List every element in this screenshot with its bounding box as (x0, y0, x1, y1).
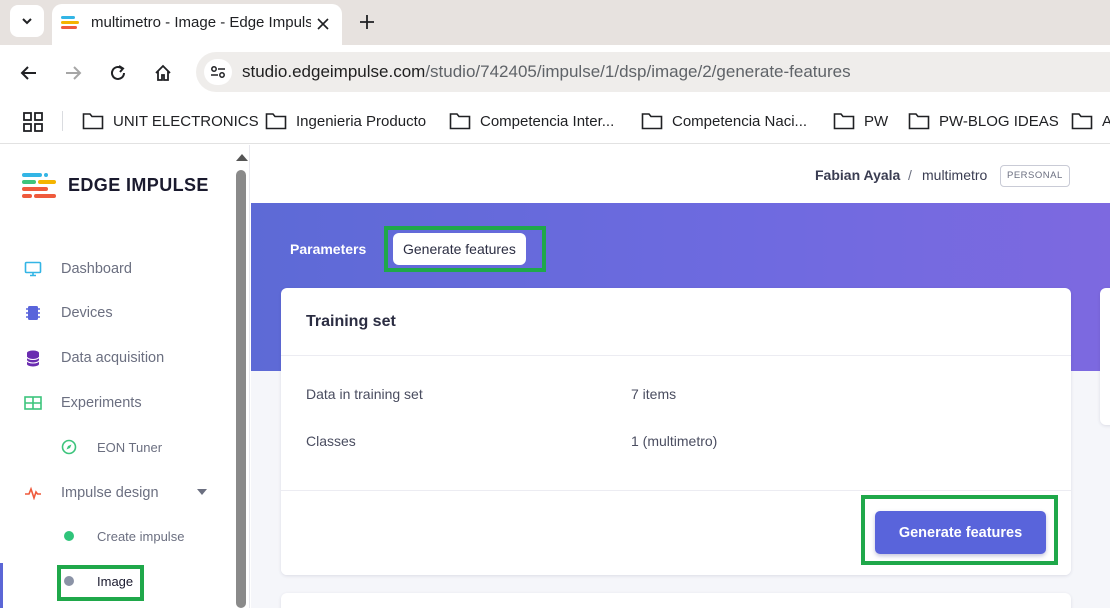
breadcrumb-user[interactable]: Fabian Ayala (815, 167, 900, 183)
address-bar[interactable]: studio.edgeimpulse.com/studio/742405/imp… (196, 52, 1110, 92)
bookmarks-bar: UNIT ELECTRONICS Ingenieria Producto Com… (0, 99, 1110, 144)
breadcrumb-separator: / (908, 167, 912, 183)
bookmark-label: PW (864, 112, 889, 130)
back-button[interactable] (15, 59, 43, 87)
arrow-left-icon (20, 66, 36, 80)
url-path: /studio/742405/impulse/1/dsp/image/2/gen… (425, 62, 851, 81)
sidebar-item-label: Data acquisition (61, 350, 165, 366)
close-icon[interactable] (312, 13, 334, 35)
side-panel-card (1100, 288, 1110, 425)
next-card (281, 593, 1071, 608)
url-host: studio.edgeimpulse.com (242, 62, 426, 81)
bookmark-folder[interactable]: Ingenieria Producto (265, 110, 426, 132)
logo[interactable]: EDGE IMPULSE (22, 172, 209, 198)
database-icon (24, 349, 42, 367)
tab-search-button[interactable] (10, 5, 44, 37)
arrow-right-icon (66, 66, 82, 80)
compass-icon (60, 438, 78, 456)
training-data-label: Data in training set (306, 386, 423, 402)
sidebar-item-impulse-design[interactable]: Impulse design (0, 478, 230, 508)
active-item-indicator (0, 563, 3, 608)
card-header: Training set (281, 288, 1071, 356)
monitor-icon (24, 260, 42, 278)
folder-icon (641, 113, 663, 130)
personal-badge: PERSONAL (1000, 165, 1070, 187)
highlight-box-image (57, 565, 144, 601)
bookmark-folder[interactable]: PW-BLOG IDEAS (908, 110, 1059, 132)
reload-button[interactable] (104, 59, 132, 87)
sidebar-item-label: Experiments (61, 395, 142, 411)
bookmark-label: Competencia Inter... (480, 112, 615, 130)
highlight-box-button (861, 495, 1058, 565)
reload-icon (111, 65, 125, 80)
training-data-value: 7 items (631, 386, 677, 402)
folder-icon (908, 113, 930, 130)
bookmark-label: UNIT ELECTRONICS (113, 112, 259, 130)
card-footer: Generate features (281, 490, 1071, 575)
scrollbar-thumb[interactable] (236, 170, 246, 608)
sidebar-item-label: Impulse design (61, 485, 159, 501)
classes-label: Classes (306, 433, 356, 449)
breadcrumb-project[interactable]: multimetro (922, 167, 987, 183)
sidebar-item-devices[interactable]: Devices (0, 298, 230, 328)
bookmark-label: Ingenieria Producto (296, 112, 427, 130)
bookmark-label: A (1102, 112, 1110, 130)
new-tab-button[interactable] (354, 9, 380, 35)
chevron-down-icon (22, 18, 32, 25)
folder-icon (265, 113, 287, 130)
tab-title: multimetro - Image - Edge Impulse (91, 14, 311, 31)
bookmark-folder[interactable]: Competencia Naci... (641, 110, 807, 132)
sidebar-item-label: Dashboard (61, 261, 132, 277)
sidebar-item-eon-tuner[interactable]: EON Tuner (0, 432, 230, 462)
url-text[interactable]: studio.edgeimpulse.com/studio/742405/imp… (242, 62, 851, 82)
sidebar-item-data-acquisition[interactable]: Data acquisition (0, 343, 230, 373)
project-header: Fabian Ayala / multimetro PERSONAL (251, 145, 1110, 203)
logo-text: EDGE IMPULSE (68, 174, 209, 195)
chip-icon (24, 304, 42, 322)
sidebar: EDGE IMPULSE Dashboard Devices Data acqu… (0, 145, 250, 608)
table-icon (24, 394, 42, 412)
edge-impulse-favicon-icon (61, 16, 79, 29)
card-title: Training set (306, 313, 396, 330)
sidebar-item-experiments[interactable]: Experiments (0, 388, 230, 418)
folder-icon (449, 113, 471, 130)
training-set-card: Training set Data in training set 7 item… (281, 288, 1071, 575)
site-info-button[interactable] (204, 59, 232, 85)
bookmark-label: Competencia Naci... (672, 112, 808, 130)
browser-tabstrip: multimetro - Image - Edge Impulse (0, 0, 1110, 45)
forward-button[interactable] (59, 59, 87, 87)
sidebar-item-label: Devices (61, 305, 113, 321)
bookmark-folder[interactable]: A (1071, 110, 1110, 132)
folder-icon (1071, 113, 1093, 130)
folder-icon (82, 113, 104, 130)
main-content: Fabian Ayala / multimetro PERSONAL Param… (251, 145, 1110, 608)
sidebar-item-dashboard[interactable]: Dashboard (0, 254, 230, 284)
browser-toolbar: studio.edgeimpulse.com/studio/742405/imp… (0, 45, 1110, 99)
edge-impulse-logo-icon (22, 173, 56, 198)
sidebar-item-label: Create impulse (97, 528, 185, 544)
bookmark-folder[interactable]: UNIT ELECTRONICS (82, 110, 259, 132)
bookmark-folder[interactable]: PW (833, 110, 888, 132)
plus-icon (360, 15, 374, 29)
home-button[interactable] (149, 59, 177, 87)
folder-icon (833, 113, 855, 130)
tune-icon (211, 66, 225, 78)
home-icon (155, 64, 171, 81)
bookmark-label: PW-BLOG IDEAS (939, 112, 1059, 130)
chevron-down-icon[interactable] (197, 489, 207, 495)
classes-value: 1 (multimetro) (631, 433, 718, 449)
sidebar-scrollbar[interactable] (234, 145, 248, 608)
bookmark-divider (62, 111, 63, 131)
tab-parameters[interactable]: Parameters (290, 241, 366, 257)
green-dot-icon (60, 527, 78, 545)
browser-tab[interactable]: multimetro - Image - Edge Impulse (52, 4, 342, 45)
sidebar-item-label: EON Tuner (97, 439, 163, 455)
scroll-up-arrow-icon[interactable] (236, 154, 248, 161)
highlight-box-tab (384, 226, 546, 272)
apps-grid-icon[interactable] (22, 111, 44, 133)
bookmark-folder[interactable]: Competencia Inter... (449, 110, 614, 132)
pulse-icon (24, 484, 42, 502)
sidebar-item-create-impulse[interactable]: Create impulse (0, 521, 230, 551)
